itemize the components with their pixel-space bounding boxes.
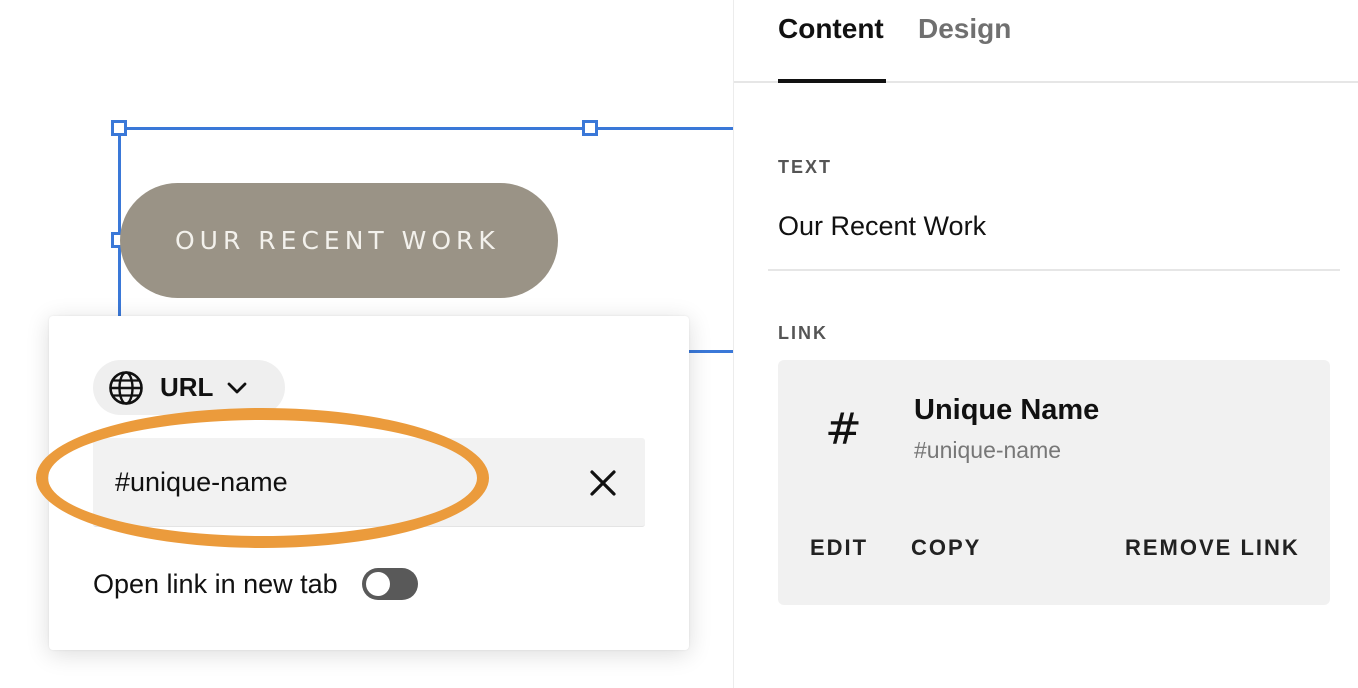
text-field-divider [768,269,1340,271]
edit-link-button[interactable]: EDIT [810,535,868,561]
active-tab-indicator [778,79,886,83]
button-text-field[interactable]: Our Recent Work [778,211,986,242]
clear-url-button[interactable] [589,469,617,497]
panel-tabs: Content Design [734,0,1358,83]
link-section-label: LINK [778,323,828,343]
resize-handle-top-left[interactable] [111,120,127,136]
resize-handle-top-middle[interactable] [582,120,598,136]
hash-icon: # [825,404,862,455]
chevron-down-icon [228,382,247,393]
open-new-tab-toggle[interactable] [361,568,418,600]
link-name: Unique Name [914,394,1100,426]
settings-panel: Content Design TEXT Our Recent Work LINK… [733,0,1358,688]
remove-link-button[interactable]: REMOVE LINK [1125,535,1300,561]
url-input[interactable] [93,438,563,527]
toggle-knob [365,572,390,596]
url-field [93,438,645,527]
link-type-dropdown[interactable]: URL [93,360,285,415]
copy-link-button[interactable]: COPY [911,535,981,561]
tab-design[interactable]: Design [918,13,1011,45]
open-new-tab-label: Open link in new tab [93,568,338,599]
selection-border-top [118,127,733,130]
text-section-label: TEXT [778,157,833,177]
tab-content[interactable]: Content [778,13,884,45]
link-card: # Unique Name #unique-name EDIT COPY REM… [778,360,1330,605]
our-recent-work-button[interactable]: OUR RECENT WORK [120,183,558,298]
link-type-label: URL [160,372,214,402]
link-popover: URL Open link in new tab [49,316,689,650]
globe-icon [109,370,143,405]
link-anchor: #unique-name [914,437,1062,463]
close-icon [590,470,616,496]
open-new-tab-row: Open link in new tab [93,566,418,602]
